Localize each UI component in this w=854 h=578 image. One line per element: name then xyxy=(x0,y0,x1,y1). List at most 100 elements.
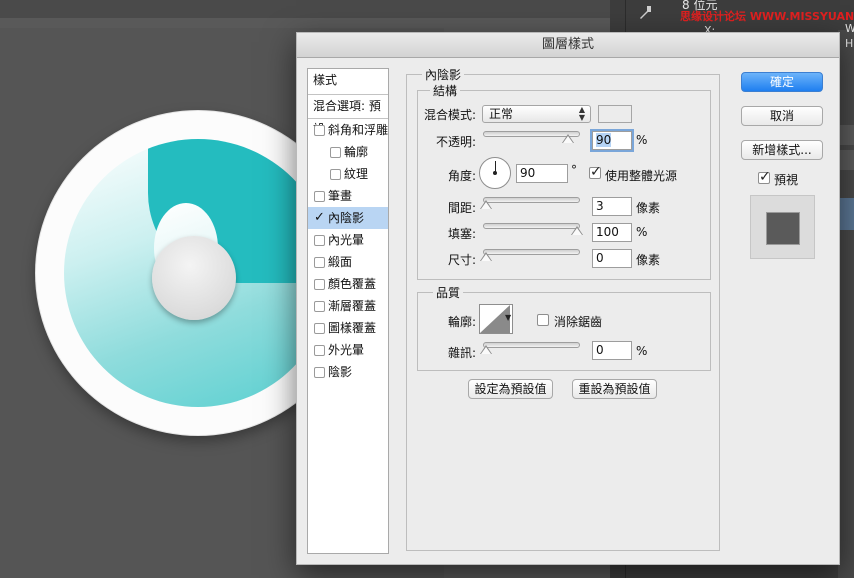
style-item-label: 內陰影 xyxy=(328,211,365,225)
style-item[interactable]: 外光暈 xyxy=(308,339,388,361)
style-item-checkbox[interactable] xyxy=(314,191,325,202)
style-item-checkbox[interactable] xyxy=(314,257,325,268)
style-item-checkbox[interactable] xyxy=(330,147,341,158)
style-item[interactable]: 筆畫 xyxy=(308,185,388,207)
distance-input[interactable]: 3 xyxy=(592,197,632,216)
style-item-checkbox[interactable] xyxy=(314,235,325,246)
contour-picker[interactable]: ▼ xyxy=(479,304,513,334)
select-arrows-icon: ▲ ▼ xyxy=(578,105,585,122)
style-item-label: 外光暈 xyxy=(328,343,365,357)
distance-slider-thumb[interactable] xyxy=(480,200,492,209)
blending-options-item[interactable]: 混合選項: 預設 xyxy=(308,95,388,136)
style-item[interactable]: ✓ 內陰影 xyxy=(308,207,388,229)
anti-alias-label: 消除鋸齒 xyxy=(554,315,603,329)
preview-label: 預視 xyxy=(774,173,799,187)
style-item[interactable]: 輪廓 xyxy=(308,141,388,163)
angle-dial[interactable] xyxy=(479,157,511,189)
layers-panel-edge xyxy=(838,30,854,578)
ok-button[interactable]: 確定 xyxy=(741,72,823,92)
opacity-unit: % xyxy=(636,133,648,147)
new-style-button[interactable]: 新增樣式... xyxy=(741,140,823,160)
distance-slider[interactable] xyxy=(483,197,580,203)
size-slider[interactable] xyxy=(483,249,580,255)
style-item[interactable]: 圖樣覆蓋 xyxy=(308,317,388,339)
style-item-checkbox[interactable] xyxy=(314,301,325,312)
size-unit: 像素 xyxy=(636,253,661,267)
style-item-label: 緞面 xyxy=(328,255,353,269)
noise-input[interactable]: 0 xyxy=(592,341,632,360)
size-slider-thumb[interactable] xyxy=(480,252,492,261)
blend-mode-select[interactable]: 正常 ▲ ▼ xyxy=(482,105,591,123)
watermark-text: 思缘设计论坛 WWW.MISSYUAN.COM xyxy=(680,10,854,23)
blend-mode-label: 混合模式: xyxy=(424,108,477,122)
contour-label: 輪廓: xyxy=(448,315,477,329)
choke-unit: % xyxy=(636,225,648,239)
distance-label: 間距: xyxy=(448,201,477,215)
layer-row-selected[interactable] xyxy=(838,198,854,230)
distance-unit: 像素 xyxy=(636,201,661,215)
app-topbar xyxy=(0,0,610,18)
anti-alias-checkbox[interactable] xyxy=(537,314,549,326)
style-item-checkbox[interactable] xyxy=(314,323,325,334)
style-item[interactable]: 紋理 xyxy=(308,163,388,185)
noise-slider-thumb[interactable] xyxy=(480,345,492,354)
style-item-label: 圖樣覆蓋 xyxy=(328,321,377,335)
style-item-checkbox[interactable] xyxy=(314,279,325,290)
style-item-checkbox[interactable] xyxy=(330,169,341,180)
choke-slider[interactable] xyxy=(483,223,580,229)
eyedropper-icon[interactable] xyxy=(636,4,658,22)
style-item-checkbox[interactable] xyxy=(314,367,325,378)
style-item-label: 紋理 xyxy=(344,167,369,181)
preview-checkbox[interactable] xyxy=(758,169,771,185)
reset-default-button[interactable]: 重設為預設值 xyxy=(572,379,657,399)
dialog-title: 圖層樣式 xyxy=(297,33,839,58)
angle-input[interactable]: 90 xyxy=(516,164,568,183)
artwork-knob xyxy=(152,236,236,320)
dropdown-arrow-icon: ▼ xyxy=(505,313,512,322)
cancel-button[interactable]: 取消 xyxy=(741,106,823,126)
style-item-checkbox[interactable] xyxy=(314,345,325,356)
style-preview-swatch xyxy=(766,212,800,245)
layer-row[interactable] xyxy=(838,125,854,145)
style-item[interactable]: 陰影 xyxy=(308,361,388,383)
styles-header[interactable]: 樣式 xyxy=(308,69,388,95)
style-item-checkbox[interactable] xyxy=(314,125,325,136)
noise-slider[interactable] xyxy=(483,342,580,348)
noise-unit: % xyxy=(636,344,648,358)
size-label: 尺寸: xyxy=(448,253,477,267)
angle-unit: ° xyxy=(571,163,577,177)
structure-title: 結構 xyxy=(430,82,461,99)
noise-label: 雜訊: xyxy=(448,346,477,360)
style-item[interactable]: 緞面 xyxy=(308,251,388,273)
global-light-checkbox[interactable] xyxy=(589,164,602,180)
h-readout-label: H xyxy=(845,37,854,50)
style-item[interactable]: 斜角和浮雕 xyxy=(308,119,388,141)
angle-label: 角度: xyxy=(448,169,477,183)
style-item-label: 陰影 xyxy=(328,365,353,379)
angle-dial-center xyxy=(493,171,497,175)
style-item-label: 筆畫 xyxy=(328,189,353,203)
style-item[interactable]: 漸層覆蓋 xyxy=(308,295,388,317)
style-item-label: 輪廓 xyxy=(344,145,369,159)
opacity-input[interactable]: 90 xyxy=(592,131,632,150)
choke-input[interactable]: 100 xyxy=(592,223,632,242)
layer-row[interactable] xyxy=(838,150,854,170)
w-readout-label: W xyxy=(845,22,854,35)
style-item[interactable]: 顏色覆蓋 xyxy=(308,273,388,295)
choke-slider-thumb[interactable] xyxy=(571,226,583,235)
inner-shadow-title: 內陰影 xyxy=(422,66,465,83)
opacity-label: 不透明: xyxy=(436,135,477,149)
global-light-label: 使用整體光源 xyxy=(605,169,678,183)
opacity-slider-thumb[interactable] xyxy=(561,134,574,143)
style-item-check-icon: ✓ xyxy=(314,210,325,225)
quality-title: 品質 xyxy=(433,284,464,301)
layer-style-dialog: 圖層樣式 樣式 混合選項: 預設 斜角和浮雕輪廓紋理筆畫✓內陰影內光暈緞面顏色覆… xyxy=(296,32,840,565)
shadow-color-swatch[interactable] xyxy=(598,105,632,123)
style-item-label: 內光暈 xyxy=(328,233,365,247)
make-default-button[interactable]: 設定為預設值 xyxy=(468,379,553,399)
style-preview-box xyxy=(750,195,815,259)
size-input[interactable]: 0 xyxy=(592,249,632,268)
style-item[interactable]: 內光暈 xyxy=(308,229,388,251)
style-item-label: 漸層覆蓋 xyxy=(328,299,377,313)
style-item-label: 斜角和浮雕 xyxy=(328,123,389,137)
